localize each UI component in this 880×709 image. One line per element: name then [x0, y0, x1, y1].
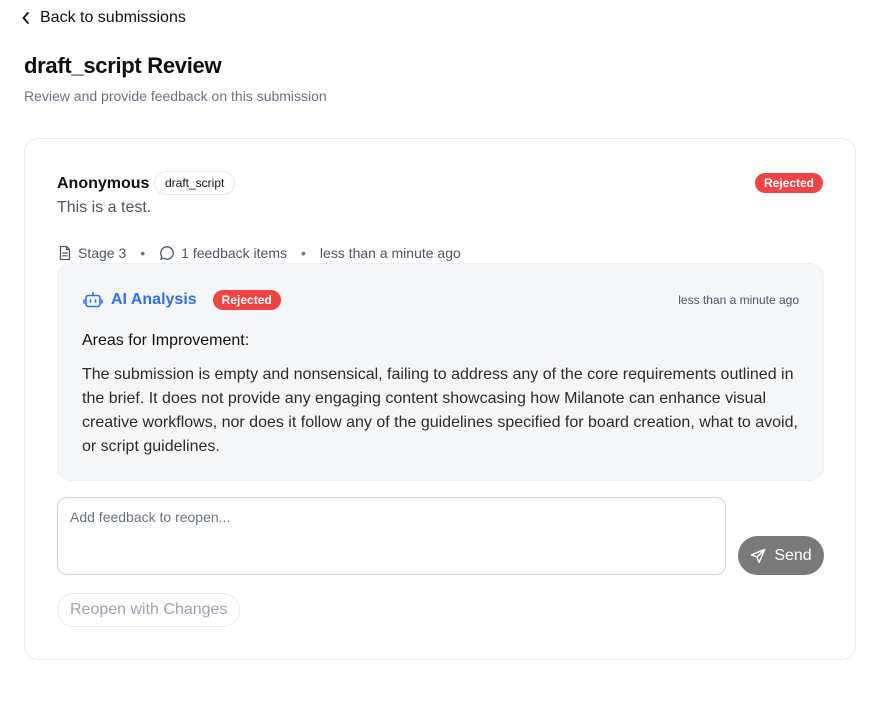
ai-analysis-content: The submission is empty and nonsensical,… [82, 366, 798, 455]
document-icon [58, 245, 72, 261]
meta-separator: • [301, 245, 306, 261]
reopen-with-changes-button[interactable]: Reopen with Changes [57, 593, 241, 627]
meta-time: less than a minute ago [319, 245, 461, 261]
submission-card: Anonymous draft_script Rejected This is … [24, 138, 856, 660]
submission-text: This is a test. [57, 199, 152, 216]
bot-icon [83, 291, 103, 309]
ai-analysis-time: less than a minute ago [678, 293, 799, 307]
ai-analysis-header: AI Analysis Rejected [83, 290, 281, 310]
status-badge: Rejected [754, 173, 823, 193]
page-subtitle: Review and provide feedback on this subm… [24, 88, 327, 104]
message-circle-icon [159, 245, 175, 261]
ai-status-badge: Rejected [212, 290, 281, 310]
page-title: draft_script Review [24, 53, 222, 78]
send-icon [750, 548, 766, 564]
feedback-input[interactable] [57, 497, 726, 575]
meta-feedback-count: 1 feedback items [159, 245, 287, 261]
send-button[interactable]: Send [738, 536, 824, 575]
ai-analysis-title: AI Analysis [111, 291, 197, 308]
meta-feedback-label: 1 feedback items [181, 245, 288, 261]
send-button-label: Send [774, 546, 812, 564]
submission-author: Anonymous [57, 175, 150, 192]
ai-analysis-panel: AI Analysis Rejected less than a minute … [57, 263, 824, 481]
review-page: Back to submissions draft_script Review … [0, 0, 880, 709]
submission-meta: Stage 3 • 1 feedback items • less than a… [58, 244, 461, 262]
meta-stage-label: Stage 3 [78, 245, 127, 261]
chevron-left-icon [22, 11, 32, 25]
submission-type-tag: draft_script [154, 171, 236, 195]
back-to-submissions-link[interactable]: Back to submissions [22, 8, 186, 28]
meta-separator: • [140, 245, 146, 261]
ai-analysis-heading: Areas for Improvement: [82, 332, 250, 349]
meta-stage: Stage 3 [58, 245, 126, 261]
back-link-label: Back to submissions [40, 9, 186, 26]
